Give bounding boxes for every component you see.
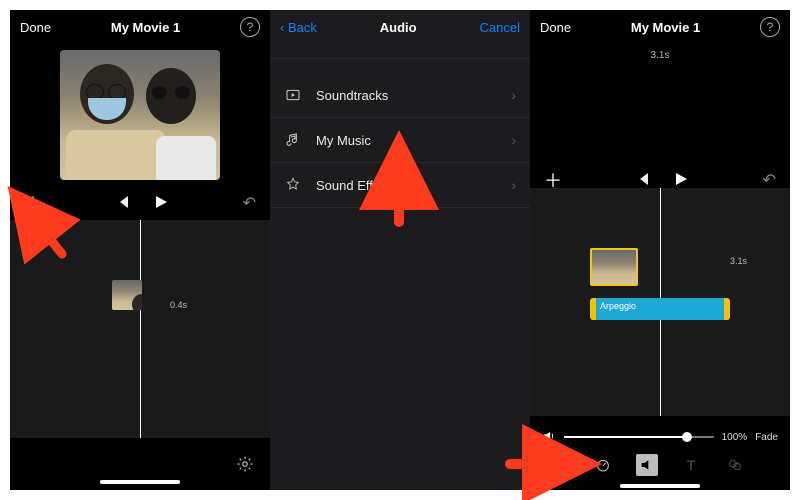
topbar: ‹ Back Audio Cancel — [270, 10, 530, 44]
row-label: My Music — [316, 133, 371, 148]
play-icon[interactable] — [154, 195, 168, 212]
speaker-icon — [542, 429, 556, 446]
chevron-right-icon: › — [511, 132, 516, 148]
undo-icon[interactable]: ↶ — [243, 193, 256, 213]
done-button[interactable]: Done — [540, 20, 571, 35]
video-preview — [60, 50, 220, 180]
speed-icon[interactable] — [592, 454, 614, 476]
skip-back-icon[interactable] — [636, 172, 650, 189]
row-label: Soundtracks — [316, 88, 388, 103]
project-title: My Movie 1 — [111, 20, 180, 35]
help-icon[interactable]: ? — [760, 17, 780, 37]
clip-time: 0.4s — [170, 300, 187, 310]
volume-percent: 100% — [722, 432, 748, 443]
audio-clip[interactable]: Arpeggio — [590, 298, 730, 320]
video-clip[interactable] — [590, 248, 638, 286]
annotation-arrow-1 — [18, 202, 78, 262]
playhead — [140, 220, 141, 438]
titles-icon[interactable]: T — [680, 454, 702, 476]
video-clip[interactable] — [112, 280, 142, 310]
undo-icon[interactable]: ↶ — [763, 170, 776, 190]
topbar: Done My Movie 1 ? — [530, 10, 790, 44]
chevron-right-icon: › — [511, 87, 516, 103]
filters-icon[interactable] — [724, 454, 746, 476]
skip-back-icon[interactable] — [116, 195, 130, 212]
done-button[interactable]: Done — [20, 20, 51, 35]
annotation-arrow-2 — [374, 160, 424, 230]
audio-clip-label: Arpeggio — [600, 301, 636, 311]
back-button[interactable]: ‹ Back — [280, 20, 317, 35]
music-note-icon — [284, 131, 302, 149]
topbar: Done My Movie 1 ? — [10, 10, 270, 44]
soundtracks-row[interactable]: Soundtracks › — [270, 73, 530, 118]
clip-time: 3.1s — [730, 256, 747, 266]
current-time: 3.1s — [530, 50, 790, 61]
soundtracks-icon — [284, 86, 302, 104]
my-music-row[interactable]: My Music › — [270, 118, 530, 163]
volume-slider[interactable] — [564, 436, 714, 438]
play-icon[interactable] — [674, 172, 688, 189]
fade-button[interactable]: Fade — [755, 432, 778, 443]
annotation-arrow-3 — [504, 444, 574, 484]
screen-title: Audio — [380, 20, 417, 35]
audio-picker-screen: ‹ Back Audio Cancel Soundtracks › My Mus… — [270, 10, 530, 490]
chevron-right-icon: › — [511, 177, 516, 193]
editor-screen-2: Done My Movie 1 ? 3.1s ＋ ↶ 3.1s Arpeggio… — [530, 10, 790, 490]
home-indicator — [620, 484, 700, 488]
timeline[interactable]: 3.1s Arpeggio — [530, 188, 790, 416]
home-indicator — [100, 480, 180, 484]
settings-icon[interactable] — [236, 455, 254, 473]
help-icon[interactable]: ? — [240, 17, 260, 37]
cancel-button[interactable]: Cancel — [480, 20, 520, 35]
project-title: My Movie 1 — [631, 20, 700, 35]
bottom-bar — [10, 438, 270, 490]
sound-effects-icon — [284, 176, 302, 194]
volume-tool-icon[interactable] — [636, 454, 658, 476]
